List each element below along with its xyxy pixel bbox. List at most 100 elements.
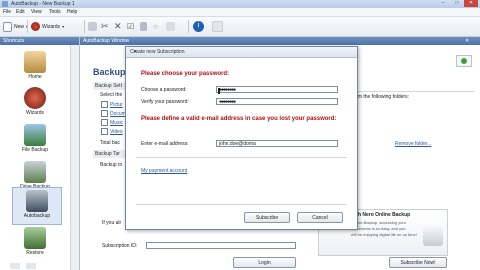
window-title: AutoBackup - New Backup 1 <box>11 1 75 7</box>
drive-backup-icon <box>24 161 46 183</box>
checkbox[interactable] <box>101 128 108 135</box>
shortcut-file-backup[interactable]: File Backup <box>4 122 66 160</box>
shortcut-wizards[interactable]: Wizards <box>4 85 66 123</box>
new-button[interactable]: New ▾ <box>3 20 28 33</box>
checkbox[interactable] <box>101 119 108 126</box>
delete-icon: ✕ <box>114 21 122 31</box>
backup-drive-icon <box>423 226 443 246</box>
subscription-id-label: Subscription ID: <box>102 243 138 249</box>
subscribe-now-button[interactable]: Subscribe Now! <box>389 257 447 268</box>
divider <box>136 157 347 158</box>
view-icon <box>166 22 175 31</box>
scroll-arrow-icon[interactable] <box>10 263 20 269</box>
page-title: Backup <box>93 67 126 77</box>
wizard-icon <box>31 22 40 31</box>
verify-password-label: Verify your password: <box>141 99 189 105</box>
menu-help[interactable]: Help <box>67 9 77 15</box>
mouse-cursor-icon <box>218 88 223 94</box>
menu-file[interactable]: File <box>3 9 11 15</box>
shortcuts-title: Shortcuts <box>3 38 25 44</box>
file-backup-icon <box>24 124 46 146</box>
delete-button[interactable]: ✕ <box>114 20 122 33</box>
menu-edit[interactable]: Edit <box>16 9 25 15</box>
cancel-button[interactable]: Cancel <box>297 212 343 223</box>
menu-tools[interactable]: Tools <box>49 9 61 15</box>
restore-icon <box>24 227 46 249</box>
scroll-arrow-icon[interactable] <box>26 263 36 269</box>
check-button[interactable]: ☑ <box>127 20 134 33</box>
wizards-button[interactable]: Wizards ▾ <box>31 20 64 33</box>
select-text: Select the <box>100 92 123 98</box>
wizard-icon <box>24 87 46 109</box>
dialog-title-bar: Create new Subscription ✕ <box>126 47 357 58</box>
shortcuts-scrollbar[interactable] <box>70 45 79 270</box>
list-item[interactable]: Video <box>101 128 123 135</box>
promo-line-1: Online Backup, accessing your <box>351 220 406 225</box>
minimize-button[interactable]: – <box>436 0 450 7</box>
refresh-button[interactable] <box>456 55 472 67</box>
bookmark-button[interactable] <box>140 20 147 33</box>
properties-icon <box>88 22 97 31</box>
shortcuts-header: Shortcuts <box>0 37 79 45</box>
maximize-button[interactable]: □ <box>450 0 464 7</box>
menu-view[interactable]: View <box>31 9 42 15</box>
subscription-id-input[interactable] <box>146 242 296 249</box>
scissors-icon: ✂ <box>101 21 109 31</box>
email-label: Enter e-mail address: <box>141 141 189 147</box>
list-item[interactable]: Docum <box>101 110 126 117</box>
verify-password-input[interactable]: ●●●●●●●● <box>216 98 338 105</box>
toolbar-separator <box>84 20 85 33</box>
promo-line-2: documents is so easy, and you <box>351 226 406 231</box>
close-icon[interactable]: ✕ <box>465 38 469 44</box>
divider <box>136 204 347 205</box>
title-bar: AutoBackup - New Backup 1 – □ ✕ <box>0 0 480 8</box>
choose-password-input[interactable]: ●●●●●●●● <box>216 86 338 93</box>
list-item[interactable]: Music <box>101 119 123 126</box>
folders-text: from the following folders: <box>352 94 409 100</box>
toolbar-separator <box>27 20 28 33</box>
checkbox[interactable] <box>101 110 108 117</box>
shortcut-restore[interactable]: Restore <box>4 225 66 263</box>
total-backup-text: Total bac <box>100 140 121 146</box>
checkmark-icon: ☑ <box>127 22 135 31</box>
toolbar: New ▾ Wizards ▾ ✂ ✕ ☑ ○ i <box>0 17 480 37</box>
toolbar-separator <box>188 20 189 33</box>
password-heading: Please choose your password: <box>141 71 230 77</box>
wizards-label: Wizards <box>42 23 61 30</box>
promo-line-3: will be enjoying digital life on no time… <box>351 232 417 237</box>
if-you-text: If you alr <box>102 220 122 226</box>
shortcuts-pane: Shortcuts Home Wizards File Backup Drive… <box>0 37 80 270</box>
help-icon <box>212 21 223 32</box>
info-button[interactable]: i <box>193 20 204 33</box>
bookmark-icon <box>140 22 147 31</box>
list-item[interactable]: Pictur <box>101 101 123 108</box>
backup-settings-header: Backup Sett <box>93 82 127 90</box>
help-button[interactable] <box>212 20 223 33</box>
checkbox[interactable] <box>101 101 108 108</box>
dialog-close-icon[interactable]: ✕ <box>130 49 140 56</box>
backup-to-text: Backup to <box>100 162 123 168</box>
login-button[interactable]: Login <box>233 257 296 268</box>
email-input[interactable]: john.doe@doma <box>216 140 338 147</box>
shortcut-home[interactable]: Home <box>4 49 66 87</box>
new-label: New <box>14 23 25 30</box>
shortcut-autobackup[interactable]: Autobackup <box>12 187 62 225</box>
view-button[interactable] <box>166 20 175 33</box>
app-icon <box>2 1 8 7</box>
create-subscription-dialog: Create new Subscription ✕ Please choose … <box>125 46 358 230</box>
remove-folder-link[interactable]: Remove folder... <box>395 141 431 147</box>
properties-button[interactable] <box>88 20 97 33</box>
home-icon <box>24 51 46 73</box>
close-button[interactable]: ✕ <box>464 0 478 7</box>
payment-account-link[interactable]: My payment account <box>141 168 187 174</box>
main-window-title: AutoBackup Window <box>83 38 130 44</box>
subscribe-button[interactable]: Subscribe <box>244 212 290 223</box>
info-icon: i <box>193 21 204 32</box>
backup-target-header: Backup Tar <box>93 150 127 158</box>
promo-title: with Nero Online Backup <box>351 212 411 218</box>
choose-password-label: Choose a password: <box>141 87 187 93</box>
cut-button[interactable]: ✂ <box>101 20 109 33</box>
divider <box>350 91 475 92</box>
chevron-down-icon: ▾ <box>62 24 65 29</box>
search-button[interactable]: ○ <box>153 20 158 33</box>
